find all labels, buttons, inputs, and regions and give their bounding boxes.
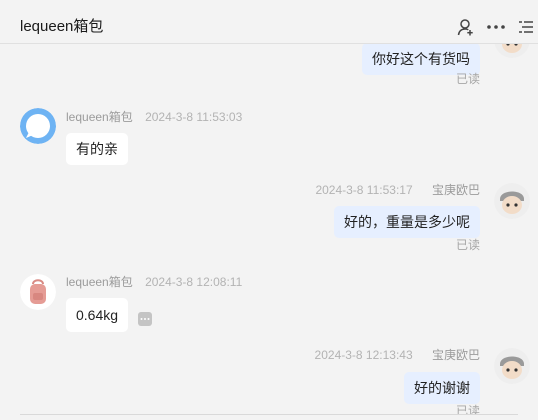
read-status: 已读 — [455, 238, 480, 252]
shop-avatar-bag[interactable] — [20, 274, 56, 310]
message-bubble[interactable]: 好的，重量是多少呢 — [334, 206, 480, 238]
message-meta: 2024-3-8 12:13:43 宝庚欧巴 — [315, 347, 480, 363]
chat-message-list[interactable]: 你好这个有货吗 已读 lequeen箱包 2024-3-8 11:53:03 有… — [0, 44, 538, 414]
sender-name: 宝庚欧巴 — [431, 348, 480, 362]
message-bubble[interactable]: 有的亲 — [66, 133, 128, 165]
sender-name: lequeen箱包 — [66, 275, 133, 289]
sender-name: lequeen箱包 — [66, 110, 133, 124]
message-meta: lequeen箱包 2024-3-8 12:08:11 — [66, 274, 242, 290]
user-avatar[interactable] — [494, 348, 530, 384]
message-timestamp: 2024-3-8 11:53:03 — [145, 110, 243, 124]
more-icon[interactable] — [485, 16, 507, 38]
list-icon[interactable] — [515, 16, 537, 38]
message-timestamp: 2024-3-8 11:53:17 — [315, 183, 413, 197]
message-timestamp: 2024-3-8 12:08:11 — [145, 275, 243, 289]
user-add-icon[interactable] — [455, 16, 477, 38]
shop-avatar[interactable] — [20, 108, 56, 144]
message-meta: 2024-3-8 11:53:17 宝庚欧巴 — [315, 182, 480, 198]
input-divider — [20, 414, 518, 415]
sender-name: 宝庚欧巴 — [431, 183, 480, 197]
read-status: 已读 — [455, 404, 480, 414]
read-status: 已读 — [455, 72, 480, 86]
message-bubble[interactable]: 好的谢谢 — [404, 372, 480, 404]
user-avatar[interactable] — [494, 44, 530, 58]
message-action-icon[interactable] — [138, 312, 152, 326]
user-avatar[interactable] — [494, 183, 530, 219]
message-meta: lequeen箱包 2024-3-8 11:53:03 — [66, 109, 242, 125]
chat-title: lequeen箱包 — [20, 18, 104, 35]
chat-header: lequeen箱包 — [0, 0, 538, 44]
message-bubble[interactable]: 0.64kg — [66, 298, 129, 332]
message-timestamp: 2024-3-8 12:13:43 — [314, 348, 413, 362]
